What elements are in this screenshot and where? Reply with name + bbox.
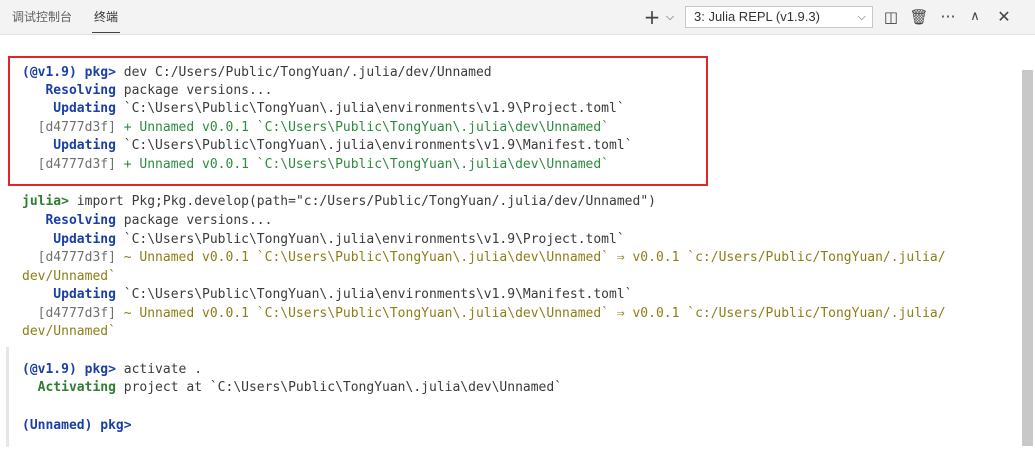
terminal-line: [d4777d3f] ~ Unnamed v0.0.1 `C:\Users\Pu…	[22, 306, 946, 321]
more-actions-icon[interactable]: ···	[937, 5, 959, 29]
terminal-line: (@v1.9) pkg> activate .	[22, 362, 203, 377]
terminal-line: [d4777d3f] ~ Unnamed v0.0.1 `C:\Users\Pu…	[22, 250, 946, 265]
terminal-line: [d4777d3f] + Unnamed v0.0.1 `C:\Users\Pu…	[22, 120, 610, 135]
terminal-line: Updating `C:\Users\Public\TongYuan\.juli…	[22, 101, 625, 116]
maximize-panel-icon[interactable]: ∧	[964, 5, 986, 29]
terminal-line: [d4777d3f] + Unnamed v0.0.1 `C:\Users\Pu…	[22, 157, 610, 172]
terminal-select[interactable]: 3: Julia REPL (v1.9.3) ⌵	[685, 6, 873, 28]
chevron-down-icon: ⌵	[857, 11, 866, 23]
split-terminal-icon[interactable]: ◫	[880, 5, 902, 29]
panel-header: 调试控制台 终端 + ⌵ 3: Julia REPL (v1.9.3) ⌵ ◫ …	[0, 0, 1035, 35]
terminal-select-value: 3: Julia REPL (v1.9.3)	[694, 9, 820, 24]
close-panel-icon[interactable]: ✕	[993, 5, 1015, 29]
vertical-scrollbar[interactable]	[1022, 70, 1033, 446]
tab-terminal[interactable]: 终端	[91, 0, 121, 34]
terminal-line: Activating project at `C:\Users\Public\T…	[22, 380, 563, 395]
terminal-prompt[interactable]: (Unnamed) pkg>	[22, 417, 132, 435]
terminal-line: Updating `C:\Users\Public\TongYuan\.juli…	[22, 138, 633, 153]
terminal-line: (@v1.9) pkg> dev C:/Users/Public/TongYua…	[22, 65, 492, 80]
terminal-line: Updating `C:\Users\Public\TongYuan\.juli…	[22, 287, 633, 302]
terminal-line: julia> import Pkg;Pkg.develop(path="c:/U…	[22, 194, 656, 209]
trash-icon[interactable]: 🗑	[908, 5, 930, 29]
terminal-line: Updating `C:\Users\Public\TongYuan\.juli…	[22, 232, 625, 247]
terminal-line: Resolving package versions...	[22, 83, 273, 98]
command-decoration-bar	[6, 347, 9, 447]
terminal-output[interactable]: (@v1.9) pkg> dev C:/Users/Public/TongYua…	[0, 35, 1035, 450]
tab-debug-console[interactable]: 调试控制台	[12, 0, 72, 34]
terminal-line: Resolving package versions...	[22, 213, 273, 228]
new-terminal-plus-icon[interactable]: +	[642, 5, 662, 29]
terminal-line: dev/Unnamed`	[22, 269, 116, 284]
terminal-line: dev/Unnamed`	[22, 324, 116, 339]
new-terminal-chevron-down-icon[interactable]: ⌵	[662, 5, 678, 29]
